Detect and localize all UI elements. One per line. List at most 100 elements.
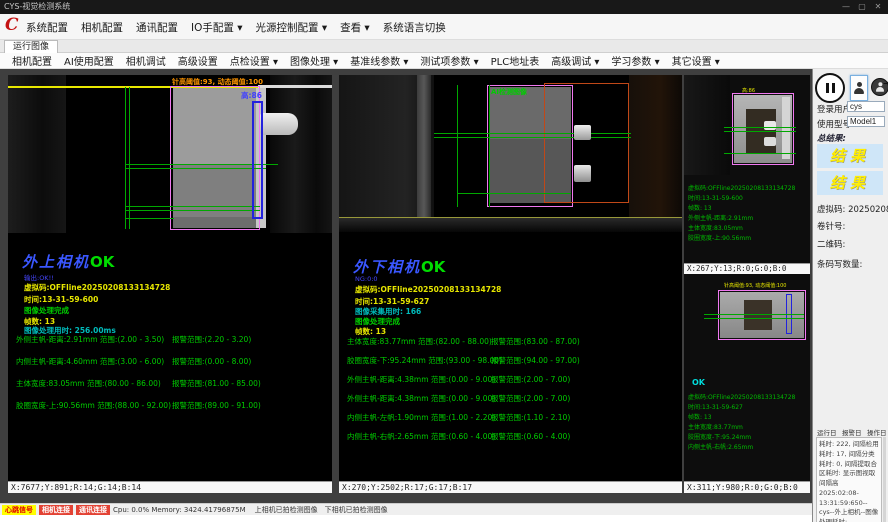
toolbar-test-params[interactable]: 测试项参数 ▾ — [420, 53, 478, 68]
toolbar-image-processing[interactable]: 图像处理 ▾ — [290, 53, 338, 68]
exit-door-icon: → — [883, 79, 888, 88]
measure-line-green — [125, 87, 126, 229]
measure-text: 内侧主帆-左帆:1.90mm 范围:(1.00 - 2.20) — [347, 412, 495, 423]
measure-text: 外侧主帆-距离:4.38mm 范围:(0.00 - 9.00) — [347, 393, 495, 404]
toolbar-baseline-params[interactable]: 基准线参数 ▾ — [350, 53, 408, 68]
output-status: 输出:OK!! — [24, 272, 54, 282]
toolbar-other-settings[interactable]: 其它设置 ▾ — [672, 53, 720, 68]
small-view-top: 高:86 虚拟码:OFFline20250208133134728 时间:13-… — [684, 75, 810, 274]
small-line: 外侧主帆-距离:2.91mm — [688, 213, 753, 222]
bright-part — [574, 165, 591, 182]
menu-item-system-config[interactable]: 系统配置 — [26, 20, 68, 35]
camera-link-badge: 相机连接 — [39, 505, 73, 515]
background-structure — [684, 75, 730, 175]
toolbar-ai-config[interactable]: AI使用配置 — [64, 53, 114, 68]
coord-bar-small-bottom: X:311;Y:980;R:0;G:0;B:0 — [684, 481, 810, 493]
title-bar: CYS-视觉检测系统 — ▢ ✕ — [0, 0, 888, 14]
menu-item-view[interactable]: 查看 ▾ — [340, 20, 370, 35]
small-line: 帧数: 13 — [688, 203, 712, 212]
window-close-button[interactable]: ✕ — [870, 0, 886, 14]
ok-status: OK — [90, 253, 114, 271]
small-view-bottom: 针高阈值:93, 动态阈值:100 OK 虚拟码:OFFline20250208… — [684, 274, 810, 493]
ai-image-label: AI检测图像 — [491, 87, 527, 97]
camera-canvas-left[interactable]: 针高阈值:93, 动态阈值:100 高:86 — [8, 75, 332, 233]
measure-line-green — [457, 193, 571, 194]
menu-item-language-switch[interactable]: 系统语言切换 — [383, 20, 446, 35]
measure-line-green — [434, 137, 631, 138]
measure-text: 内侧主帆-右帆:2.65mm 范围:(0.60 - 4.00) — [347, 431, 495, 442]
small-line: 帧数: 13 — [688, 412, 712, 421]
alarm-text: 报警范围:(1.10 - 2.10) — [491, 412, 570, 423]
measure-text: 外侧主帆-距离:2.91mm 范围:(2.00 - 3.50) — [16, 334, 164, 345]
tab-run-image[interactable]: 运行图像 — [4, 40, 58, 53]
coord-bar-right: X:270;Y:2502;R:17;G:17;B:17 — [339, 481, 682, 493]
background-structure — [629, 75, 682, 217]
height-label: 高:86 — [241, 90, 262, 101]
camera-view-left: 针高阈值:93, 动态阈值:100 高:86 外上相机OK 输出:OK!! 虚拟… — [8, 75, 332, 493]
measurement-list-left: 外侧主帆-距离:2.91mm 范围:(2.00 - 3.50) 报警范围:(2.… — [8, 334, 332, 430]
toolbar-advanced-debug[interactable]: 高级调试 ▾ — [551, 53, 599, 68]
measure-line-green — [704, 314, 804, 315]
lower-camera-status: 下相机已拍检测图像 — [325, 505, 388, 515]
toolbar-spotcheck-settings[interactable]: 点检设置 ▾ — [230, 53, 278, 68]
small-line: 内侧主帆-右帆:2.65mm — [688, 442, 753, 451]
login-user-button[interactable] — [850, 75, 868, 101]
measure-line-green — [125, 168, 266, 169]
alarm-text: 报警范围:(2.00 - 7.00) — [491, 374, 570, 385]
pause-button[interactable] — [815, 73, 845, 103]
user-input[interactable] — [847, 101, 885, 112]
toolbar: 相机配置 AI使用配置 相机调试 高级设置 点检设置 ▾ 图像处理 ▾ 基准线参… — [0, 53, 888, 69]
measure-line-green — [129, 87, 130, 229]
coord-bar-left: X:7677;Y:891;R:14;G:14;B:14 — [8, 481, 332, 493]
app-logo: C — [5, 15, 19, 35]
output-status: NG:0:0 — [355, 275, 378, 283]
ok-status: OK — [421, 258, 445, 276]
background-structure — [339, 218, 682, 232]
measure-text: 胶圈宽度-下:95.24mm 范围:(93.00 - 98.00) — [347, 355, 502, 366]
small-line: 胶圈宽度-上:90.56mm — [688, 233, 751, 242]
measure-line-green — [704, 318, 804, 319]
alarm-text: 报警范围:(81.00 - 85.00) — [172, 378, 261, 389]
barcode-line: 虚拟码:OFFline20250208133134728 — [355, 284, 501, 295]
window-maximize-button[interactable]: ▢ — [854, 0, 870, 14]
background-structure — [8, 75, 66, 233]
heartbeat-badge: 心跳信号 — [2, 505, 36, 515]
log-box[interactable]: 耗时: 222, 间隔检用耗时: 17, 间隔分类耗时: 0, 间隔提取合区耗时… — [816, 437, 882, 522]
roi-rect-blue — [252, 101, 263, 219]
camera-name: 外下相机 — [353, 258, 421, 276]
measure-line-green — [457, 85, 458, 207]
total-result-label: 总结果: — [817, 132, 846, 144]
model-input[interactable] — [847, 116, 885, 127]
connector-part — [260, 113, 298, 135]
menu-item-camera-config[interactable]: 相机配置 — [81, 20, 123, 35]
measure-text: 胶圈宽度-上:90.56mm 范围:(88.00 - 92.00) — [16, 400, 171, 411]
qr-line: 二维码: — [817, 238, 845, 250]
needle-line: 卷针号: — [817, 220, 845, 232]
roi-rect-pink — [732, 93, 794, 165]
tab-bar: 运行图像 — [0, 40, 888, 53]
measurement-list-right: 主体宽度:83.77mm 范围:(82.00 - 88.00) 报警范围:(83… — [339, 336, 682, 451]
log-scrollbar[interactable] — [883, 437, 886, 522]
camera-canvas-right[interactable]: AI检测图像 — [339, 75, 682, 235]
window-minimize-button[interactable]: — — [838, 0, 854, 14]
small-canvas-bottom[interactable]: 针高阈值:93, 动态阈值:100 OK 虚拟码:OFFline20250208… — [684, 274, 810, 481]
menu-bar: C 系统配置 相机配置 通讯配置 IO手配置 ▾ 光源控制配置 ▾ 查看 ▾ 系… — [0, 14, 888, 40]
laser-line-white — [258, 85, 332, 88]
cpu-memory-text: Cpu: 0.0% Memory: 3424.41796875M — [113, 506, 246, 514]
count-line: 条码写数量: — [817, 258, 862, 270]
toolbar-plc-address-table[interactable]: PLC地址表 — [491, 53, 540, 68]
roi-rect-pink — [170, 86, 260, 230]
toolbar-learning-params[interactable]: 学习参数 ▾ — [611, 53, 659, 68]
done-line: 图像处理完成 — [24, 305, 69, 316]
measure-line-green — [125, 210, 260, 211]
menu-item-light-config[interactable]: 光源控制配置 ▾ — [255, 20, 327, 35]
menu-item-io-config[interactable]: IO手配置 ▾ — [191, 20, 242, 35]
menu-item-comm-config[interactable]: 通讯配置 — [136, 20, 178, 35]
toolbar-camera-config[interactable]: 相机配置 — [12, 53, 52, 68]
upper-camera-status: 上相机已拍检测图像 — [255, 505, 318, 515]
result-box-1: 结果 — [817, 144, 883, 168]
window-title: CYS-视觉检测系统 — [4, 2, 70, 11]
small-canvas-top[interactable]: 高:86 虚拟码:OFFline20250208133134728 时间:13-… — [684, 75, 810, 263]
toolbar-advanced-settings[interactable]: 高级设置 — [178, 53, 218, 68]
toolbar-camera-debug[interactable]: 相机调试 — [126, 53, 166, 68]
